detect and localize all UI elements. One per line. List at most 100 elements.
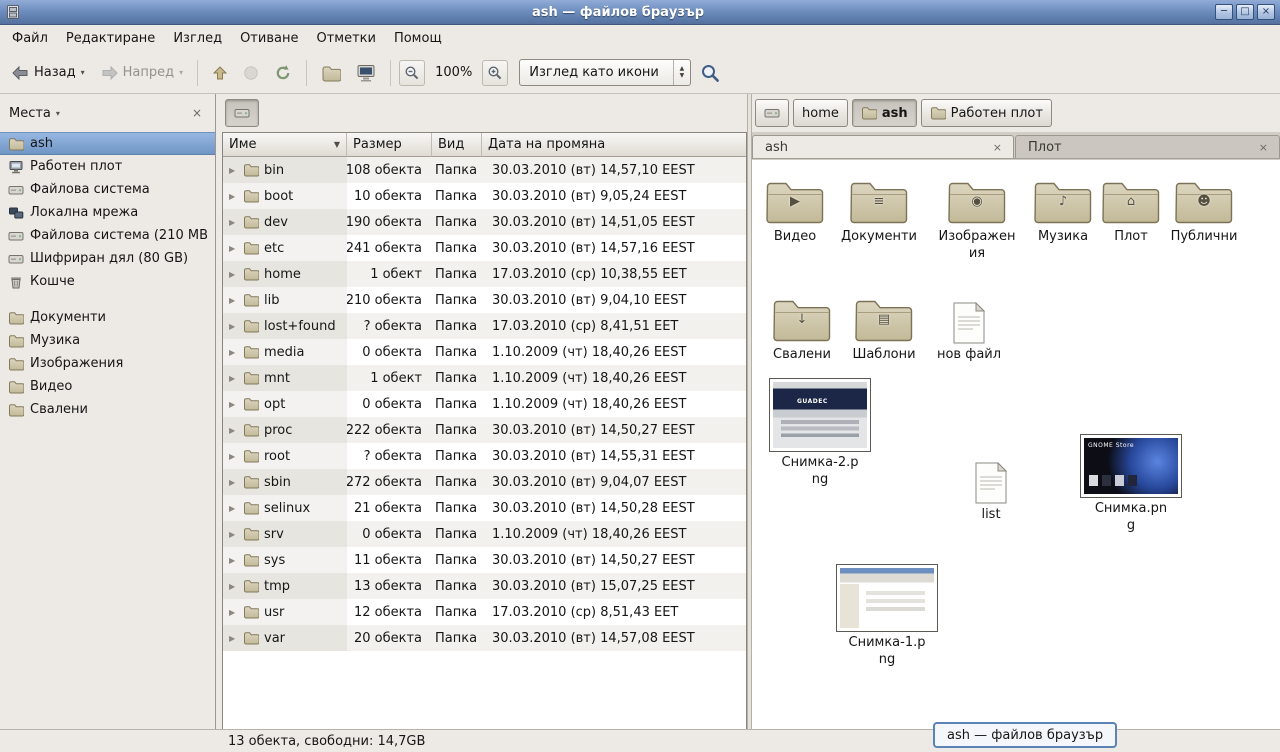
taskbar-window-button[interactable]: ash — файлов браузър [933,722,1117,748]
icon-view-image[interactable]: Снимка-1.png [835,564,939,668]
view-mode-spinner[interactable]: ▲ ▼ [673,60,690,85]
expander-icon[interactable]: ▶ [229,244,238,253]
sidebar-close-icon[interactable]: × [188,104,206,122]
menu-item[interactable]: Редактиране [57,25,164,52]
expander-icon[interactable]: ▶ [229,400,238,409]
column-header[interactable]: Дата на промяна [482,133,746,157]
breadcrumb-button[interactable]: home [793,99,848,127]
breadcrumb-button[interactable]: ash [852,99,917,127]
window-menu-icon[interactable] [5,4,21,20]
expander-icon[interactable]: ▶ [229,192,238,201]
table-row[interactable]: ▶ opt 0 обекта Папка 1.10.2009 (чт) 18,4… [223,391,746,417]
table-row[interactable]: ▶ usr 12 обекта Папка 17.03.2010 (ср) 8,… [223,599,746,625]
icon-view-file[interactable]: list [949,450,1033,524]
table-row[interactable]: ▶ mnt 1 обект Папка 1.10.2009 (чт) 18,40… [223,365,746,391]
expander-icon[interactable]: ▶ [229,166,238,175]
icon-view-folder[interactable]: ▶ Видео [753,172,837,246]
icon-view-area[interactable]: ▶ Видео ≡ Документи ◉ Изображения ♪ Музи… [752,159,1280,729]
icon-view-folder[interactable]: ≡ Документи [837,172,921,246]
table-row[interactable]: ▶ var 20 обекта Папка 30.03.2010 (вт) 14… [223,625,746,651]
expander-icon[interactable]: ▶ [229,348,238,357]
sidebar-item[interactable]: Файлова система [0,178,215,201]
sidebar-item[interactable]: Музика [0,329,215,352]
zoom-in-button[interactable] [482,60,508,86]
home-button[interactable] [315,57,347,89]
search-button[interactable] [694,57,726,89]
menu-item[interactable]: Изглед [164,25,231,52]
icon-view-folder[interactable]: ⌂ Плот [1089,172,1173,246]
expander-icon[interactable]: ▶ [229,374,238,383]
expander-icon[interactable]: ▶ [229,556,238,565]
sidebar-title[interactable]: Места [9,106,51,121]
column-header[interactable]: Име ▼ [223,133,347,157]
expander-icon[interactable]: ▶ [229,608,238,617]
breadcrumb-button[interactable] [755,99,789,127]
sidebar-item[interactable]: Видео [0,375,215,398]
expander-icon[interactable]: ▶ [229,218,238,227]
table-row[interactable]: ▶ sbin 272 обекта Папка 30.03.2010 (вт) … [223,469,746,495]
breadcrumb-button[interactable]: Работен плот [921,99,1052,127]
table-row[interactable]: ▶ proc 222 обекта Папка 30.03.2010 (вт) … [223,417,746,443]
expander-icon[interactable]: ▶ [229,452,238,461]
expander-icon[interactable]: ▶ [229,322,238,331]
tab-close-icon[interactable]: × [990,141,1005,154]
zoom-out-button[interactable] [399,60,425,86]
expander-icon[interactable]: ▶ [229,504,238,513]
table-row[interactable]: ▶ dev 190 обекта Папка 30.03.2010 (вт) 1… [223,209,746,235]
up-button[interactable] [206,57,234,89]
expander-icon[interactable]: ▶ [229,426,238,435]
stop-button[interactable] [237,57,265,89]
sidebar-item[interactable]: ash [0,132,215,155]
table-row[interactable]: ▶ etc 241 обекта Папка 30.03.2010 (вт) 1… [223,235,746,261]
table-row[interactable]: ▶ boot 10 обекта Папка 30.03.2010 (вт) 9… [223,183,746,209]
expander-icon[interactable]: ▶ [229,530,238,539]
root-breadcrumb-button[interactable] [225,99,259,127]
table-row[interactable]: ▶ lib 210 обекта Папка 30.03.2010 (вт) 9… [223,287,746,313]
sidebar-item[interactable]: Документи [0,306,215,329]
menu-item[interactable]: Отметки [307,25,384,52]
sidebar-item[interactable]: Локална мрежа [0,201,215,224]
close-button[interactable]: × [1257,4,1275,20]
table-row[interactable]: ▶ home 1 обект Папка 17.03.2010 (ср) 10,… [223,261,746,287]
table-row[interactable]: ▶ bin 108 обекта Папка 30.03.2010 (вт) 1… [223,157,746,183]
icon-view-folder[interactable]: ↓ Свалени [760,290,844,364]
icon-view-folder[interactable]: ◉ Изображения [935,172,1019,262]
view-mode-select[interactable]: Изглед като икони ▲ ▼ [519,59,691,86]
icon-view-folder[interactable]: ▤ Шаблони [842,290,926,364]
icon-view-folder[interactable]: ☻ Публични [1162,172,1246,246]
icon-view-image[interactable]: GNOME Store Снимка.png [1079,434,1183,534]
maximize-button[interactable]: □ [1236,4,1254,20]
reload-button[interactable] [268,57,298,89]
column-header[interactable]: Вид [432,133,482,157]
menu-item[interactable]: Файл [3,25,57,52]
table-row[interactable]: ▶ tmp 13 обекта Папка 30.03.2010 (вт) 15… [223,573,746,599]
table-row[interactable]: ▶ root ? обекта Папка 30.03.2010 (вт) 14… [223,443,746,469]
expander-icon[interactable]: ▶ [229,478,238,487]
computer-button[interactable] [350,57,382,89]
back-history-dropdown-icon[interactable]: ▾ [81,68,85,77]
expander-icon[interactable]: ▶ [229,582,238,591]
forward-history-dropdown-icon[interactable]: ▾ [179,68,183,77]
icon-view-file[interactable]: нов файл [927,290,1011,364]
sidebar-item[interactable]: Работен плот [0,155,215,178]
sidebar-item[interactable]: Изображения [0,352,215,375]
tab-close-icon[interactable]: × [1256,141,1271,154]
table-row[interactable]: ▶ lost+found ? обекта Папка 17.03.2010 (… [223,313,746,339]
back-button[interactable]: Назад ▾ [5,57,91,89]
minimize-button[interactable]: ─ [1215,4,1233,20]
expander-icon[interactable]: ▶ [229,270,238,279]
sidebar-item[interactable]: Шифриран дял (80 GB) [0,247,215,270]
table-row[interactable]: ▶ sys 11 обекта Папка 30.03.2010 (вт) 14… [223,547,746,573]
sidebar-item[interactable]: Кошче [0,270,215,293]
table-row[interactable]: ▶ srv 0 обекта Папка 1.10.2009 (чт) 18,4… [223,521,746,547]
menu-item[interactable]: Помощ [385,25,451,52]
sidebar-title-caret-icon[interactable]: ▾ [56,109,60,118]
sidebar-item[interactable]: Файлова система (210 MB) [0,224,215,247]
sidebar-item[interactable]: Свалени [0,398,215,421]
tab[interactable]: ash × [752,135,1014,158]
icon-view-image[interactable]: GUADEC Снимка-2.png [768,378,872,488]
table-row[interactable]: ▶ selinux 21 обекта Папка 30.03.2010 (вт… [223,495,746,521]
table-row[interactable]: ▶ media 0 обекта Папка 1.10.2009 (чт) 18… [223,339,746,365]
forward-button[interactable]: Напред ▾ [94,57,190,89]
column-header[interactable]: Размер [347,133,432,157]
